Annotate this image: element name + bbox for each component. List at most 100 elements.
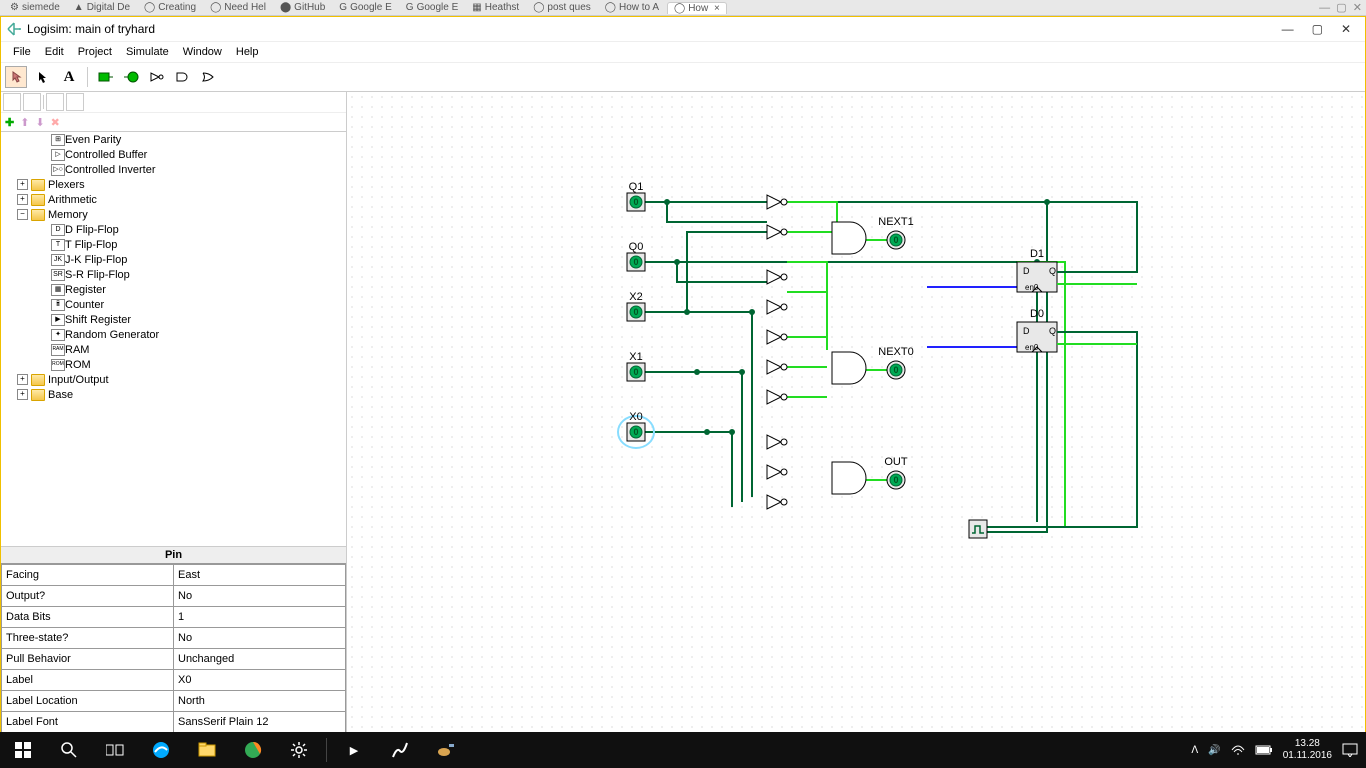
browser-tab[interactable]: ◯ Creating: [138, 2, 202, 13]
tray-clock[interactable]: 13.28 01.11.2016: [1283, 738, 1332, 762]
property-row[interactable]: Three-state?No: [2, 628, 346, 649]
browser-tab[interactable]: G Google E: [400, 2, 464, 13]
minimize-button[interactable]: —: [1282, 22, 1294, 36]
add-icon[interactable]: ✚: [5, 116, 14, 129]
edge-icon[interactable]: [138, 732, 184, 768]
task-app-2[interactable]: [377, 732, 423, 768]
not-gate[interactable]: [767, 300, 787, 314]
task-app-3[interactable]: [423, 732, 469, 768]
browser-tab[interactable]: ◯ How to A: [599, 2, 665, 13]
maximize-button[interactable]: ▢: [1312, 22, 1323, 36]
d-flipflop-1[interactable]: D1 D Q en0: [1017, 248, 1137, 292]
menu-window[interactable]: Window: [177, 44, 228, 60]
output-pin-next1[interactable]: NEXT1: [878, 216, 913, 249]
input-pin-q0[interactable]: Q0: [627, 241, 645, 271]
tree-item-label[interactable]: Even Parity: [65, 134, 121, 146]
firefox-icon[interactable]: [230, 732, 276, 768]
tree-folder[interactable]: Plexers: [48, 179, 85, 191]
browser-tab[interactable]: ◯ post ques: [527, 2, 597, 13]
tray-volume-icon[interactable]: 🔊: [1208, 745, 1220, 756]
tree-item-label[interactable]: Register: [65, 284, 106, 296]
start-button[interactable]: [0, 732, 46, 768]
property-row[interactable]: Label LocationNorth: [2, 691, 346, 712]
side-tool-4[interactable]: [66, 93, 84, 111]
tree-item-label[interactable]: Shift Register: [65, 314, 131, 326]
expand-toggle[interactable]: +: [17, 179, 28, 190]
not-gate[interactable]: [767, 225, 787, 239]
browser-tab[interactable]: ⚙ siemede: [4, 2, 66, 13]
clock-component[interactable]: [969, 520, 987, 538]
not-gate[interactable]: [767, 195, 787, 209]
tree-folder[interactable]: Input/Output: [48, 374, 109, 386]
browser-tab[interactable]: ▦ Heathst: [466, 2, 525, 13]
menu-project[interactable]: Project: [72, 44, 118, 60]
input-pin-x2[interactable]: X2: [627, 291, 645, 321]
browser-tab[interactable]: ▲ Digital De: [68, 2, 136, 13]
explorer-icon[interactable]: [184, 732, 230, 768]
and-gate[interactable]: [832, 462, 866, 494]
and-gate[interactable]: [832, 352, 866, 384]
browser-tab[interactable]: G Google E: [333, 2, 397, 13]
tree-item-label[interactable]: Counter: [65, 299, 104, 311]
output-pin-icon[interactable]: [122, 67, 142, 87]
input-pin-x0[interactable]: X0: [618, 411, 654, 448]
component-tree[interactable]: ⊞Even Parity ▷Controlled Buffer ▷○Contro…: [1, 131, 346, 547]
menu-simulate[interactable]: Simulate: [120, 44, 175, 60]
d-flipflop-0[interactable]: D0 D Q en0: [1017, 308, 1137, 352]
output-pin-next0[interactable]: NEXT0: [878, 346, 913, 379]
tree-item-label[interactable]: ROM: [65, 359, 91, 371]
not-gate[interactable]: [767, 495, 787, 509]
menu-file[interactable]: File: [7, 44, 37, 60]
side-tool-3[interactable]: [46, 93, 64, 111]
tray-wifi-icon[interactable]: [1231, 744, 1245, 756]
or-gate-icon[interactable]: [200, 67, 220, 87]
tree-item-label[interactable]: J-K Flip-Flop: [65, 254, 127, 266]
taskview-icon[interactable]: [92, 732, 138, 768]
expand-toggle[interactable]: +: [17, 374, 28, 385]
not-gate[interactable]: [767, 270, 787, 284]
not-gate-icon[interactable]: [148, 67, 168, 87]
output-pin-out[interactable]: OUT: [884, 456, 908, 489]
settings-icon[interactable]: [276, 732, 322, 768]
browser-tab-active[interactable]: ◯ How ×: [667, 2, 727, 14]
property-row[interactable]: LabelX0: [2, 670, 346, 691]
select-tool-icon[interactable]: [33, 67, 53, 87]
close-button[interactable]: ✕: [1341, 22, 1351, 36]
expand-toggle[interactable]: +: [17, 389, 28, 400]
tree-item-label[interactable]: D Flip-Flop: [65, 224, 119, 236]
tree-item-label[interactable]: Controlled Buffer: [65, 149, 147, 161]
tree-item-label[interactable]: RAM: [65, 344, 89, 356]
browser-tab[interactable]: ◯ Need Hel: [204, 2, 272, 13]
and-gate[interactable]: [832, 222, 866, 254]
tree-item-label[interactable]: Random Generator: [65, 329, 159, 341]
browser-tab[interactable]: ⬤ GitHub: [274, 2, 331, 13]
property-row[interactable]: Pull BehaviorUnchanged: [2, 649, 346, 670]
tray-battery-icon[interactable]: [1255, 745, 1273, 755]
tree-folder[interactable]: Arithmetic: [48, 194, 97, 206]
property-row[interactable]: Output?No: [2, 586, 346, 607]
expand-toggle[interactable]: +: [17, 194, 28, 205]
property-row[interactable]: FacingEast: [2, 565, 346, 586]
input-pin-x1[interactable]: X1: [627, 351, 645, 381]
search-icon[interactable]: [46, 732, 92, 768]
input-pin-q1[interactable]: Q1: [627, 181, 645, 211]
collapse-toggle[interactable]: −: [17, 209, 28, 220]
not-gate[interactable]: [767, 465, 787, 479]
tree-item-label[interactable]: Controlled Inverter: [65, 164, 156, 176]
poke-tool-icon[interactable]: [5, 66, 27, 88]
menu-help[interactable]: Help: [230, 44, 265, 60]
tree-folder[interactable]: Memory: [48, 209, 88, 221]
not-gate[interactable]: [767, 435, 787, 449]
down-icon[interactable]: ⬇: [35, 116, 44, 129]
and-gate-icon[interactable]: [174, 67, 194, 87]
not-gate[interactable]: [767, 360, 787, 374]
circuit-canvas[interactable]: 0 0: [347, 92, 1365, 733]
menu-edit[interactable]: Edit: [39, 44, 70, 60]
not-gate[interactable]: [767, 390, 787, 404]
property-row[interactable]: Label FontSansSerif Plain 12: [2, 712, 346, 733]
not-gate[interactable]: [767, 330, 787, 344]
tray-chevron-icon[interactable]: ᐱ: [1191, 745, 1198, 756]
input-pin-icon[interactable]: [96, 67, 116, 87]
tray-notifications-icon[interactable]: [1342, 743, 1358, 757]
tree-item-label[interactable]: S-R Flip-Flop: [65, 269, 130, 281]
